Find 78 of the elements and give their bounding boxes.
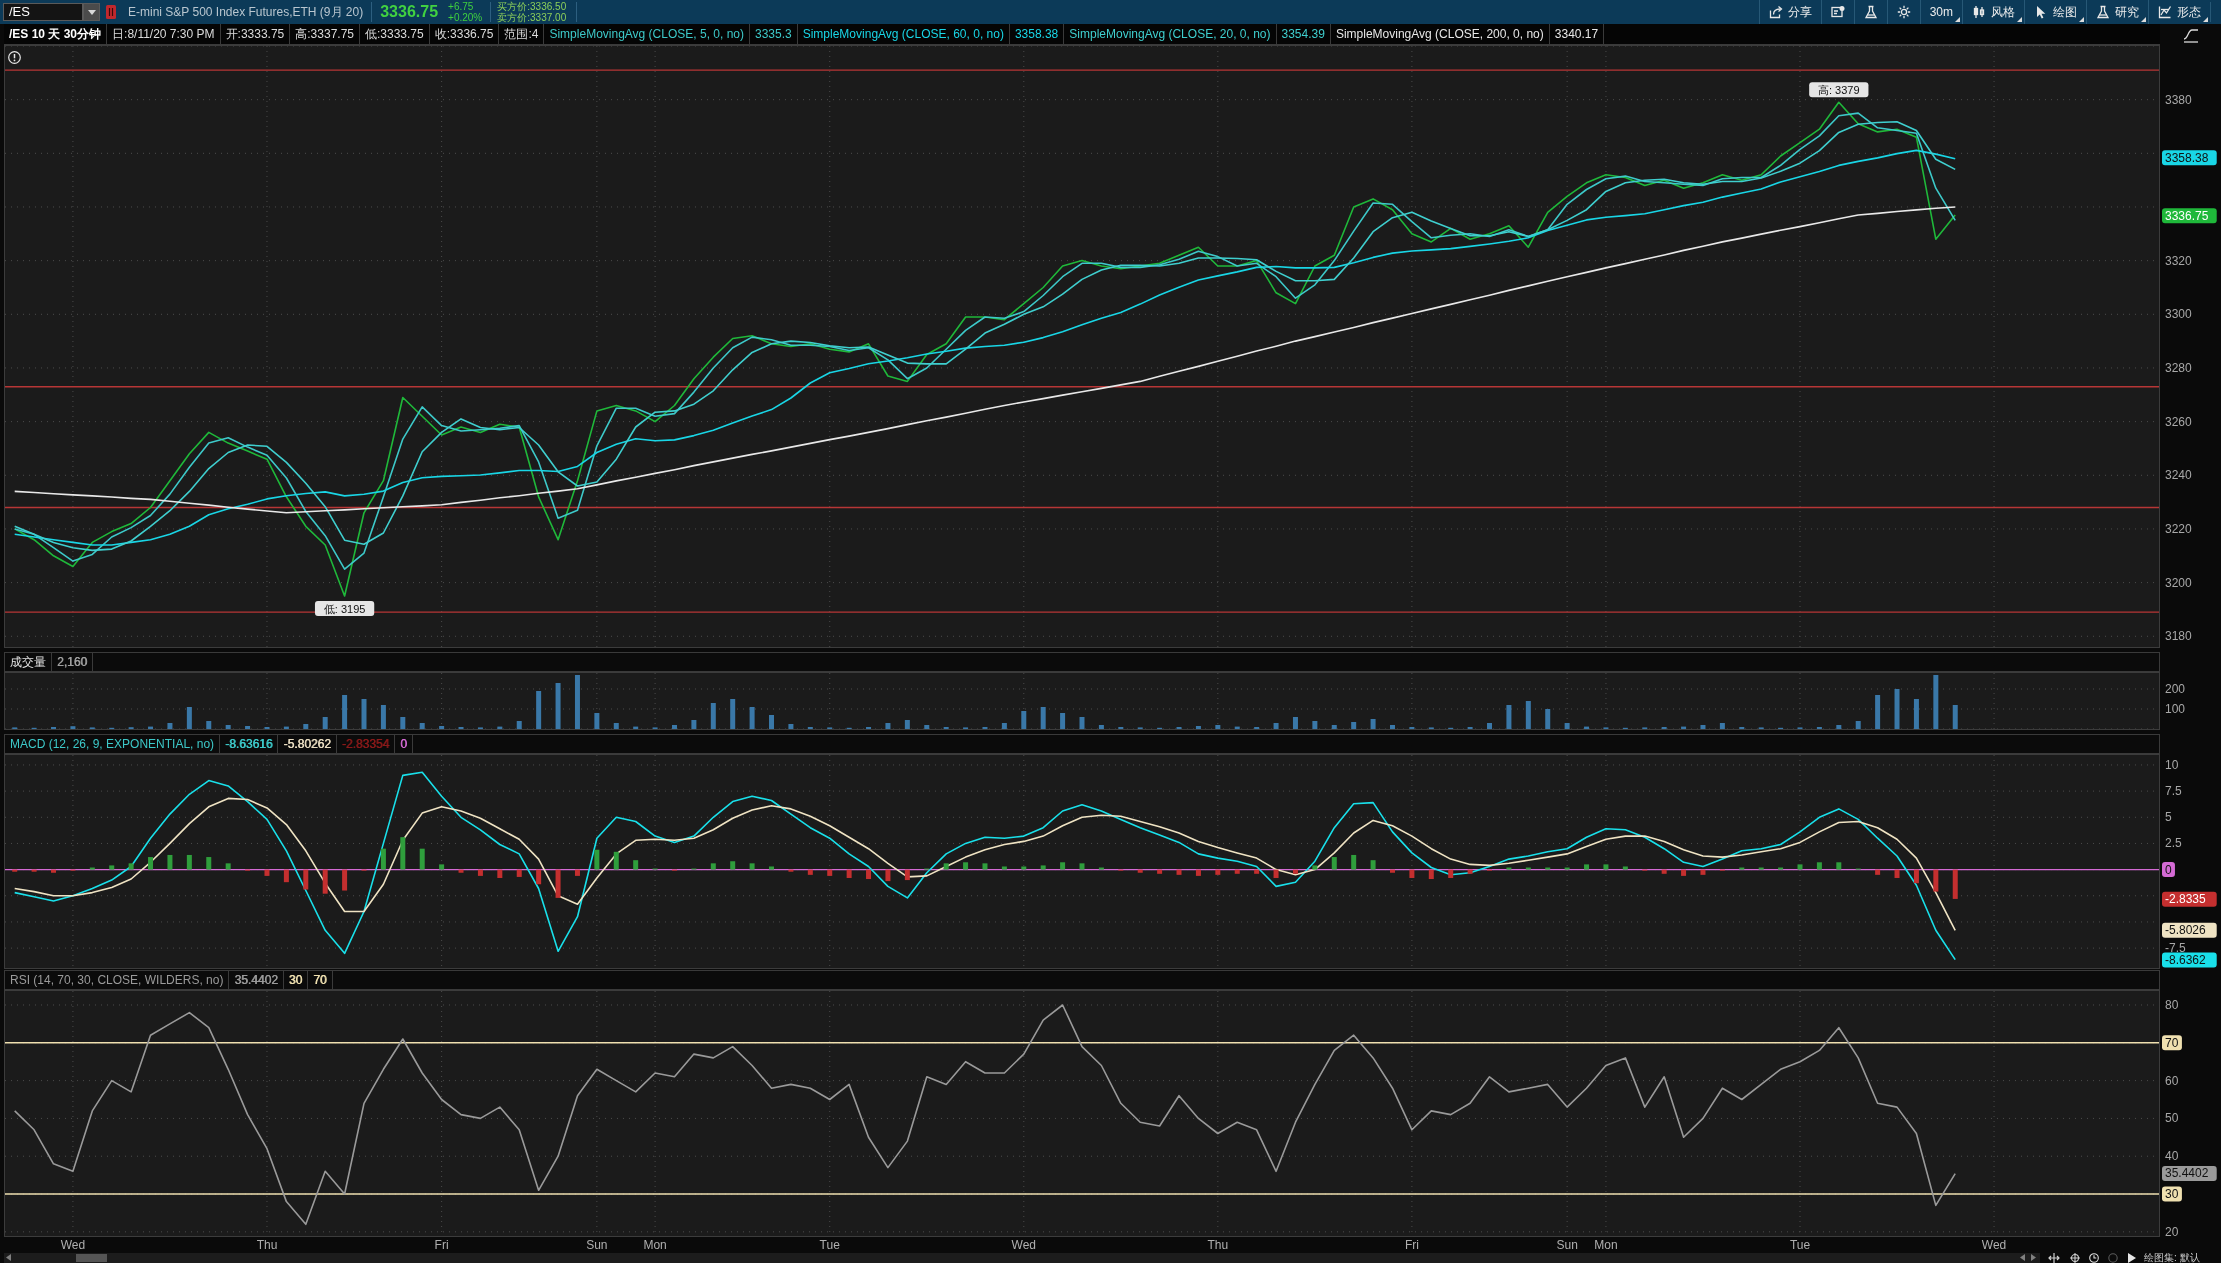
value-badge: -8.6362 — [2162, 952, 2217, 968]
time-axis-label: Thu — [1207, 1238, 1229, 1252]
bid-ask-quote: 卖方价:3337.00 — [497, 12, 567, 23]
study-value: -2.83354 — [340, 736, 391, 753]
price-change: +6.75 — [448, 1, 475, 12]
axis-label: 80 — [2165, 998, 2179, 1012]
axis-label: 3200 — [2165, 575, 2192, 590]
time-axis-label: Thu — [256, 1238, 278, 1252]
value-badge: 3358.38 — [2162, 150, 2217, 166]
time-axis-label: Fri — [434, 1238, 449, 1252]
axis-label: 3320 — [2165, 253, 2192, 268]
instrument-description: E-mini S&P 500 Index Futures,ETH (9月 20) — [128, 4, 364, 21]
time-axis-label: Tue — [1789, 1238, 1811, 1252]
price-callout: 高: 3379 — [1809, 82, 1869, 98]
study-label: SimpleMovingAvg (CLOSE, 5, 0, no) — [548, 26, 745, 43]
axis-label: 3240 — [2165, 468, 2192, 483]
value-badge: -2.8335 — [2162, 891, 2217, 907]
study-value: 3358.38 — [1013, 26, 1060, 43]
value-badge: 35.4402 — [2162, 1165, 2217, 1181]
axis-label: 100 — [2165, 702, 2186, 716]
study-label: SimpleMovingAvg (CLOSE, 20, 0, no) — [1068, 26, 1272, 43]
study-value: -5.80262 — [282, 736, 332, 753]
study-value: 3354.39 — [1280, 26, 1326, 43]
ohlc-field: 日:8/11/20 7:30 PM — [107, 24, 220, 44]
axis-label: 3280 — [2165, 360, 2192, 375]
price-callout: 低: 3195 — [314, 601, 375, 616]
study-value: 3335.3 — [754, 26, 793, 43]
axis-label: 2.5 — [2165, 836, 2182, 851]
axis-label: 3300 — [2165, 307, 2192, 322]
ohlc-field: 收:3336.75 — [429, 24, 499, 44]
study-value: 30 — [287, 972, 304, 989]
value-badge: 30 — [2162, 1186, 2182, 1202]
ohlc-field: 开:3333.75 — [220, 24, 290, 44]
axis-label: 7.5 — [2165, 784, 2182, 799]
axis-label: 10 — [2165, 757, 2179, 772]
time-axis-label: Wed — [60, 1238, 86, 1252]
time-axis-label: Tue — [819, 1238, 840, 1252]
annotation: 低: 3195 — [323, 602, 366, 615]
chart-title: /ES 10 天 30分钟 — [8, 26, 103, 43]
ohlc-field: 高:3337.75 — [290, 24, 359, 44]
axis-label: 3180 — [2165, 629, 2192, 644]
study-label: SimpleMovingAvg (CLOSE, 200, 0, no) — [1334, 26, 1545, 43]
time-axis-label: Wed — [1981, 1238, 2007, 1252]
axis-label: 3220 — [2165, 521, 2192, 536]
study-label: SimpleMovingAvg (CLOSE, 60, 0, no) — [801, 26, 1005, 43]
study-value: -8.63616 — [224, 736, 274, 753]
study-value: 3340.17 — [1553, 26, 1600, 43]
study-value: 35.4402 — [233, 972, 279, 989]
time-axis-label: Fri — [1404, 1238, 1419, 1252]
axis-label: 200 — [2165, 682, 2186, 696]
price-change: +0.20% — [448, 12, 483, 23]
study-value: 70 — [312, 972, 328, 989]
axis-label: 40 — [2165, 1149, 2179, 1164]
time-axis-label: Wed — [1011, 1238, 1036, 1252]
axis-label: 5 — [2165, 810, 2172, 825]
value-badge: -5.8026 — [2162, 922, 2217, 938]
axis-label: 20 — [2165, 1224, 2179, 1237]
ohlc-field: 低:3333.75 — [360, 24, 429, 44]
ohlc-field: 范围:4 — [499, 24, 544, 44]
time-axis-label: Mon — [1594, 1238, 1618, 1252]
value-badge: 70 — [2162, 1035, 2182, 1051]
study-value: 2,160 — [56, 654, 89, 671]
time-axis-label: Mon — [643, 1238, 667, 1252]
study-title: 成交量 — [9, 654, 47, 671]
axis-label: 60 — [2165, 1073, 2179, 1088]
study-value: 0 — [399, 736, 408, 753]
value-badge: 0 — [2162, 862, 2175, 878]
axis-label: 3380 — [2165, 92, 2192, 107]
time-axis-label: Sun — [1556, 1238, 1578, 1252]
last-price: 3336.75 — [380, 2, 439, 22]
study-title: MACD (12, 26, 9, EXPONENTIAL, no) — [9, 736, 216, 753]
time-axis-label: Sun — [586, 1238, 608, 1252]
value-badge: 3336.75 — [2162, 208, 2217, 224]
axis-label: 3260 — [2165, 414, 2192, 429]
annotation: 高: 3379 — [1818, 83, 1860, 96]
bid-ask-quote: 买方价:3336.50 — [497, 1, 567, 12]
study-title: RSI (14, 70, 30, CLOSE, WILDERS, no) — [9, 972, 225, 989]
axis-label: 50 — [2165, 1111, 2179, 1126]
